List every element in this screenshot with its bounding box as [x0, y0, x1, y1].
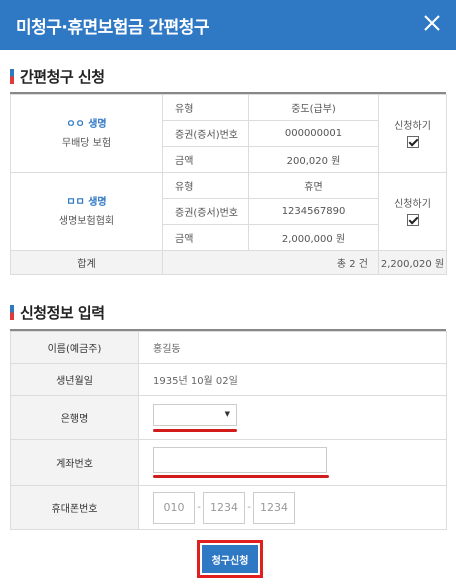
submit-highlight: 청구신청: [197, 540, 263, 578]
claim-row: ㅁㅁ 생명 생명보험협회 유형 휴면 신청하기: [10, 172, 447, 251]
bank-label: 은행명: [10, 395, 139, 440]
section-title-info-input: 신청정보 입력: [10, 302, 105, 323]
account-highlight-underline: [153, 475, 329, 478]
section-marker-icon: [10, 305, 14, 320]
phone-inputs: 010 - 1234 - 1234: [153, 491, 446, 524]
form-row-bank: 은행명 ▼: [10, 395, 447, 440]
insurer-name: ㅇㅇ 생명: [66, 118, 107, 130]
section-title-simple-claim: 간편청구 신청: [10, 66, 105, 87]
insurer-product: 무배당 보험: [61, 137, 112, 149]
account-label: 계좌번호: [10, 439, 139, 486]
apply-label: 신청하기: [394, 120, 431, 132]
form-row-birth: 생년월일 1935년 10월 02일: [10, 363, 447, 396]
apply-checkbox[interactable]: [406, 135, 419, 148]
apply-cell: 신청하기: [378, 94, 447, 173]
dialog-title: 미청구·휴면보험금 간편청구: [16, 18, 210, 38]
type-value: 휴면: [248, 172, 379, 199]
apply-label: 신청하기: [394, 198, 431, 210]
dropdown-arrow-icon: ▼: [224, 409, 230, 418]
account-input[interactable]: [153, 447, 327, 473]
amount-value: 2,000,000 원: [248, 224, 379, 251]
close-icon[interactable]: [418, 9, 446, 37]
amount-label: 금액: [162, 146, 249, 173]
insurer-name: ㅁㅁ 생명: [66, 196, 107, 208]
account-cell: [138, 439, 447, 486]
claim-row: ㅇㅇ 생명 무배당 보험 유형 중도(급부) 신청하기: [10, 94, 447, 173]
phone-label: 휴대폰번호: [10, 485, 139, 530]
policy-label: 증권(증서)번호: [162, 120, 249, 147]
submit-button[interactable]: 청구신청: [202, 545, 258, 573]
policy-value: 1234567890: [248, 198, 379, 225]
form-row-account: 계좌번호: [10, 439, 447, 486]
section-title-text: 간편청구 신청: [20, 68, 105, 86]
phone-dash: -: [197, 502, 201, 513]
dialog-header: 미청구·휴면보험금 간편청구: [0, 0, 456, 50]
phone-input-3[interactable]: 1234: [253, 491, 295, 524]
phone-input-2[interactable]: 1234: [203, 491, 245, 524]
amount-label: 금액: [162, 224, 249, 251]
policy-value: 000000001: [248, 120, 379, 147]
phone-input-1[interactable]: 010: [153, 491, 195, 524]
bank-select[interactable]: ▼: [153, 403, 237, 426]
section-marker-icon: [10, 69, 14, 84]
summary-total: 2,200,020 원: [378, 250, 447, 275]
type-label: 유형: [162, 172, 249, 199]
birth-label: 생년월일: [10, 363, 139, 396]
summary-count: 총 2 건: [162, 250, 379, 275]
summary-label: 합계: [10, 250, 163, 275]
insurer-cell: ㅁㅁ 생명 생명보험협회: [10, 172, 163, 251]
insurer-product: 생명보험협회: [58, 215, 115, 227]
apply-checkbox[interactable]: [406, 213, 419, 226]
birth-value: 1935년 10월 02일: [138, 363, 447, 396]
bank-cell: ▼: [138, 395, 447, 440]
section-title-text: 신청정보 입력: [20, 304, 105, 322]
claims-table: ㅇㅇ 생명 무배당 보험 유형 중도(급부) 신청하기 증권(증서)번호 000…: [10, 92, 447, 275]
summary-row: 합계 총 2 건 2,200,020 원: [10, 250, 447, 275]
form-row-phone: 휴대폰번호 010 - 1234 - 1234: [10, 485, 447, 530]
type-label: 유형: [162, 94, 249, 121]
apply-cell: 신청하기: [378, 172, 447, 251]
name-value: 홍길동: [138, 331, 447, 364]
name-label: 이름(예금주): [10, 331, 139, 364]
applicant-form: 이름(예금주) 홍길동 생년월일 1935년 10월 02일 은행명 ▼ 계좌번…: [10, 329, 447, 530]
policy-label: 증권(증서)번호: [162, 198, 249, 225]
bank-highlight-underline: [153, 428, 237, 432]
amount-value: 200,020 원: [248, 146, 379, 173]
form-row-name: 이름(예금주) 홍길동: [10, 331, 447, 364]
phone-cell: 010 - 1234 - 1234: [138, 485, 447, 530]
phone-dash: -: [247, 502, 251, 513]
insurer-cell: ㅇㅇ 생명 무배당 보험: [10, 94, 163, 173]
type-value: 중도(급부): [248, 94, 379, 121]
